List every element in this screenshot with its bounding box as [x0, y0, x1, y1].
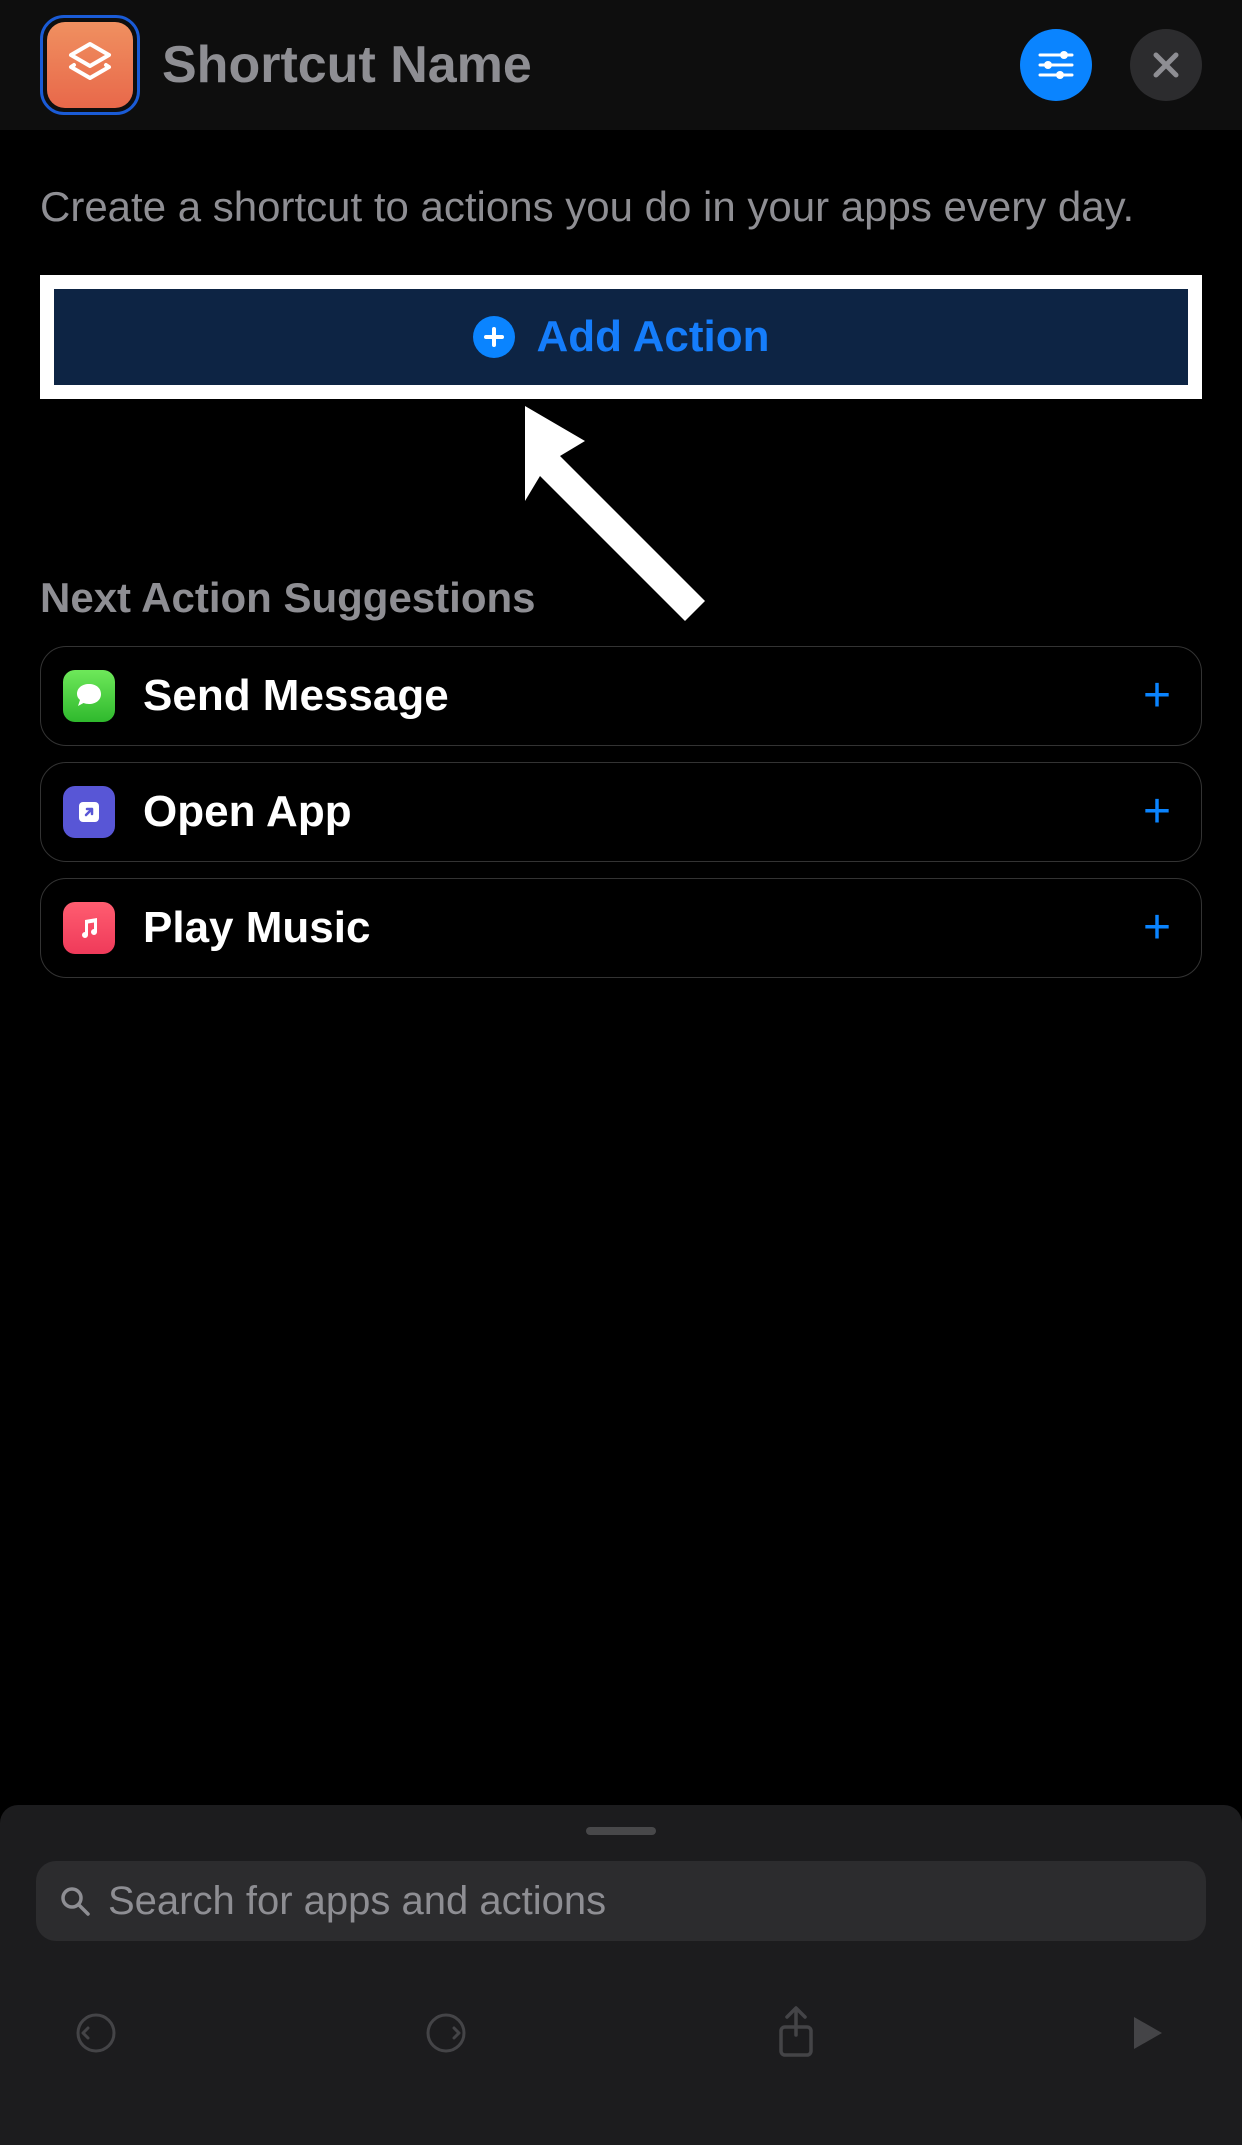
header-bar: Shortcut Name	[0, 0, 1242, 130]
add-suggestion-button[interactable]: +	[1143, 900, 1171, 955]
add-suggestion-button[interactable]: +	[1143, 784, 1171, 839]
bottom-toolbar	[36, 2001, 1206, 2065]
suggestion-play-music[interactable]: Play Music +	[40, 878, 1202, 978]
open-app-icon	[63, 786, 115, 838]
search-input[interactable]	[108, 1879, 1184, 1924]
search-field[interactable]	[36, 1861, 1206, 1941]
run-button[interactable]	[1114, 2001, 1178, 2065]
add-action-button[interactable]: Add Action	[54, 289, 1188, 385]
intro-text: Create a shortcut to actions you do in y…	[40, 180, 1202, 235]
layers-icon	[63, 38, 117, 92]
music-app-icon	[63, 902, 115, 954]
suggestion-label: Open App	[143, 787, 1143, 837]
shortcuts-app-icon	[47, 22, 133, 108]
search-sheet[interactable]	[0, 1805, 1242, 2145]
add-suggestion-button[interactable]: +	[1143, 668, 1171, 723]
messages-app-icon	[63, 670, 115, 722]
share-button[interactable]	[764, 2001, 828, 2065]
close-button[interactable]	[1130, 29, 1202, 101]
suggestion-open-app[interactable]: Open App +	[40, 762, 1202, 862]
shortcut-title[interactable]: Shortcut Name	[162, 35, 998, 95]
sheet-grabber[interactable]	[586, 1827, 656, 1835]
suggestion-label: Send Message	[143, 671, 1143, 721]
main-content: Create a shortcut to actions you do in y…	[0, 130, 1242, 978]
add-action-highlight: Add Action	[40, 275, 1202, 399]
search-icon	[58, 1884, 92, 1918]
redo-button[interactable]	[414, 2001, 478, 2065]
sliders-icon	[1036, 45, 1076, 85]
play-icon	[1124, 2011, 1168, 2055]
undo-icon	[71, 2008, 121, 2058]
share-icon	[773, 2005, 819, 2061]
suggestion-label: Play Music	[143, 903, 1143, 953]
plus-circle-icon	[473, 316, 515, 358]
annotation-arrow-icon	[485, 396, 765, 676]
suggestion-send-message[interactable]: Send Message +	[40, 646, 1202, 746]
undo-button[interactable]	[64, 2001, 128, 2065]
settings-button[interactable]	[1020, 29, 1092, 101]
close-icon	[1150, 49, 1182, 81]
suggestions-heading: Next Action Suggestions	[40, 574, 1202, 622]
redo-icon	[421, 2008, 471, 2058]
shortcut-icon-button[interactable]	[40, 15, 140, 115]
add-action-label: Add Action	[537, 312, 770, 362]
